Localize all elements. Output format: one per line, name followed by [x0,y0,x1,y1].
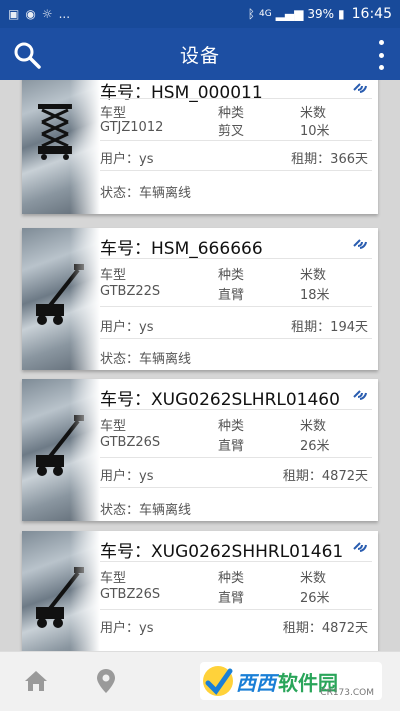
length-value: 26米 [300,591,330,606]
network-label: 4G [258,9,272,19]
machine-image [22,228,100,370]
satellite-icon [353,83,367,93]
user-text: 用户：ys [100,320,154,335]
battery-percent: 39% [307,7,335,21]
kind-label: 种类 [218,268,245,283]
length-value: 26米 [300,439,330,454]
kind-label: 种类 [218,106,245,121]
satellite-icon [353,542,367,552]
watermark-text-1: 西西 [236,670,276,695]
kind-label: 种类 [218,419,245,434]
plate-number: 车号：HSM_000011 [100,83,263,103]
signal-icon: ▂▄▆ [275,7,304,21]
location-icon[interactable] [96,668,116,694]
plate-number: 车号：HSM_666666 [100,239,263,259]
device-card[interactable]: 车号：XUG0262SLHRL01460 车型 种类 米数 GTBZ26S 直臂… [22,379,378,521]
rent-text: 租期：4872天 [282,621,368,636]
kind-value: 直臂 [218,591,245,606]
type-value: GTBZ26S [100,587,161,602]
app-bar: 设备 [0,28,400,80]
user-text: 用户：ys [100,469,154,484]
type-value: GTBZ26S [100,435,161,450]
type-value: GTBZ22S [100,284,161,299]
status-bar: ▣ ◉ ☼ ... ᛒ 4G ▂▄▆ 39% ▮ 16:45 [0,0,400,28]
satellite-icon [353,239,367,249]
device-card[interactable]: 车号：HSM_000011 车型 种类 米数 GTJZ1012 剪叉 10米 用… [22,80,378,214]
state-text: 状态：车辆离线 [100,503,192,518]
user-text: 用户：ys [100,621,154,636]
machine-image [22,80,100,214]
length-value: 18米 [300,288,330,303]
plate-number: 车号：XUG0262SHHRL01461 [100,542,344,562]
device-card[interactable]: 车号：XUG0262SHHRL01461 车型 种类 米数 GTBZ26S 直臂… [22,531,378,651]
gallery-icon: ▣ [8,7,20,21]
type-label: 车型 [100,419,127,434]
machine-image [22,531,100,651]
state-text: 状态：车辆离线 [100,186,192,201]
kind-label: 种类 [218,571,245,586]
home-icon[interactable] [24,670,48,692]
logo-icon [203,666,233,696]
type-label: 车型 [100,268,127,283]
length-value: 10米 [300,124,330,139]
chat-icon: ◉ [25,7,36,21]
plate-number: 车号：XUG0262SLHRL01460 [100,390,340,410]
machine-image [22,379,100,521]
weather-icon: ☼ [41,7,53,21]
state-text: 状态：车辆离线 [100,352,192,367]
watermark: 西西 软件园 CR173.COM [200,662,382,700]
watermark-url: CR173.COM [320,688,374,698]
type-label: 车型 [100,571,127,586]
length-label: 米数 [300,571,327,586]
user-text: 用户：ys [100,152,154,167]
battery-icon: ▮ [338,7,345,21]
length-label: 米数 [300,106,327,121]
search-icon[interactable] [12,40,42,70]
type-label: 车型 [100,106,127,121]
kind-value: 剪叉 [218,124,245,139]
length-label: 米数 [300,268,327,283]
clock: 16:45 [351,6,392,22]
page-title: 设备 [179,44,220,67]
satellite-icon [353,390,367,400]
status-dots: ... [58,7,71,21]
length-label: 米数 [300,419,327,434]
device-list[interactable]: 车号：HSM_000011 车型 种类 米数 GTJZ1012 剪叉 10米 用… [0,80,400,651]
more-menu-icon[interactable] [376,40,386,70]
bluetooth-icon: ᛒ [247,7,255,21]
kind-value: 直臂 [218,439,245,454]
device-card[interactable]: 车号：HSM_666666 车型 种类 米数 GTBZ22S 直臂 18米 用户… [22,228,378,370]
rent-text: 租期：194天 [291,320,368,335]
rent-text: 租期：4872天 [282,469,368,484]
rent-text: 租期：366天 [291,152,368,167]
type-value: GTJZ1012 [100,120,164,135]
kind-value: 直臂 [218,288,245,303]
